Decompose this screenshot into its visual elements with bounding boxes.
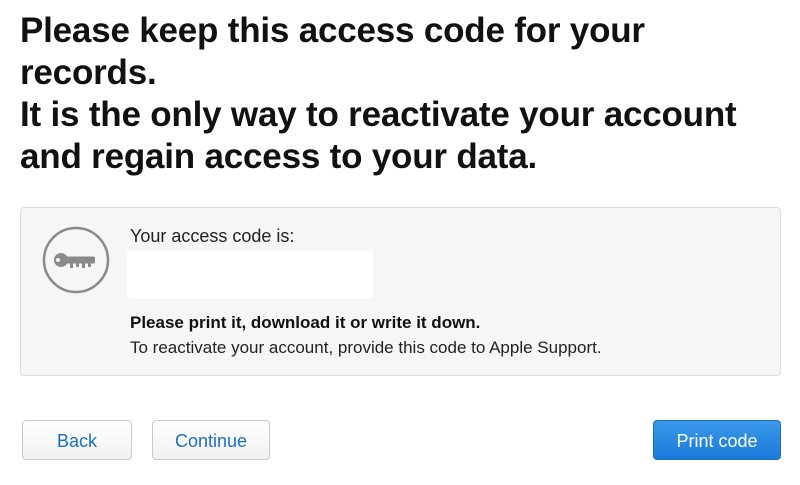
page-title-line: Please keep this access code for your: [20, 11, 645, 50]
key-icon: [42, 226, 110, 294]
page-title-line: It is the only way to reactivate your ac…: [20, 95, 737, 134]
page-title: Please keep this access code for your re…: [20, 10, 780, 178]
continue-button[interactable]: Continue: [152, 420, 270, 460]
access-code-panel: Your access code is: Please print it, do…: [20, 207, 781, 376]
support-instruction: To reactivate your account, provide this…: [130, 338, 602, 357]
page-title-line: and regain access to your data.: [20, 137, 538, 176]
back-button[interactable]: Back: [22, 420, 132, 460]
access-code-page: Please keep this access code for your re…: [0, 0, 800, 485]
access-code-value: [127, 251, 373, 299]
print-code-button[interactable]: Print code: [653, 420, 781, 460]
page-title-line: records.: [20, 53, 157, 92]
print-instruction: Please print it, download it or write it…: [130, 313, 481, 332]
access-code-label: Your access code is:: [130, 226, 295, 246]
